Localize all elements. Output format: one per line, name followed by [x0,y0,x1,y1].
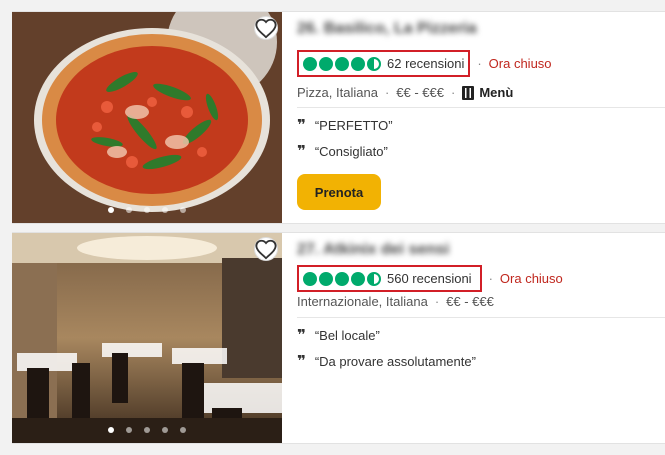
save-heart-button[interactable] [254,16,278,40]
rating-highlight[interactable]: 560 recensioni [297,265,482,292]
rating-bubble-icon [335,271,349,286]
rating-half-bubble-icon [367,56,381,71]
cuisine: Internazionale, Italiana [297,294,428,309]
fork-knife-icon [462,85,475,100]
restaurant-title[interactable]: 27. Atkinix dei sensi [297,241,449,259]
heart-icon [255,239,277,260]
rating-bubbles [303,56,381,71]
review-snippet[interactable]: ❞ “Da provare assolutamente” [297,352,476,370]
carousel-dot[interactable] [126,207,132,213]
menu-label: Menù [479,85,514,100]
carousel-dot[interactable] [144,427,150,433]
divider [297,107,665,108]
quote-icon: ❞ [297,142,306,160]
rating-half-bubble-icon [367,271,381,286]
review-snippet-text: “PERFETTO” [314,118,393,133]
carousel-dots[interactable] [12,427,282,433]
carousel-dot[interactable] [108,207,114,213]
carousel-dot[interactable] [180,207,186,213]
cuisine: Pizza, Italiana [297,85,378,100]
rating-bubble-icon [303,271,317,286]
review-count[interactable]: 560 recensioni [387,271,472,286]
carousel-dot[interactable] [108,427,114,433]
carousel-dot[interactable] [180,427,186,433]
save-heart-button[interactable] [254,237,278,261]
rating-bubble-icon [335,56,349,71]
price-range: €€ - €€€ [446,294,494,309]
quote-icon: ❞ [297,116,306,134]
carousel-dot[interactable] [162,207,168,213]
separator: · [450,85,456,100]
rating-bubble-icon [351,56,365,71]
price-range: €€ - €€€ [396,85,444,100]
carousel-dot[interactable] [126,427,132,433]
review-snippet-text: “Bel locale” [314,328,380,343]
separator: · [384,85,390,100]
rating-bubble-icon [351,271,365,286]
restaurant-photo[interactable] [12,233,282,443]
rating-highlight[interactable]: 62 recensioni [297,50,471,77]
rating-bubble-icon [319,56,333,71]
book-button[interactable]: Prenota [297,174,381,210]
review-snippet[interactable]: ❞ “Bel locale” [297,326,380,344]
review-count[interactable]: 62 recensioni [387,56,464,71]
separator: · [477,56,482,71]
separator: · [488,271,493,286]
open-status: Ora chiuso [488,56,552,71]
separator: · [434,294,440,309]
menu-link[interactable]: Menù [462,85,513,100]
carousel-dots[interactable] [12,207,282,213]
rating-bubble-icon [319,271,333,286]
heart-icon [255,18,277,39]
review-snippet-text: “Consigliato” [314,144,388,159]
restaurant-interior-image [12,233,282,443]
quote-icon: ❞ [297,352,306,370]
restaurant-card[interactable]: 26. Basilico, La Pizzeria 62 recensioni … [12,11,665,224]
rating-bubbles [303,271,381,286]
quote-icon: ❞ [297,326,306,344]
divider [297,317,665,318]
review-snippet-text: “Da provare assolutamente” [314,354,476,369]
review-snippet[interactable]: ❞ “Consigliato” [297,142,388,160]
pizza-image [12,12,282,223]
carousel-dot[interactable] [144,207,150,213]
rating-bubble-icon [303,56,317,71]
open-status: Ora chiuso [499,271,563,286]
review-snippet[interactable]: ❞ “PERFETTO” [297,116,393,134]
restaurant-title[interactable]: 26. Basilico, La Pizzeria [297,20,477,38]
restaurant-card[interactable]: 27. Atkinix dei sensi 560 recensioni · O… [12,232,665,444]
carousel-dot[interactable] [162,427,168,433]
restaurant-photo[interactable] [12,12,282,223]
